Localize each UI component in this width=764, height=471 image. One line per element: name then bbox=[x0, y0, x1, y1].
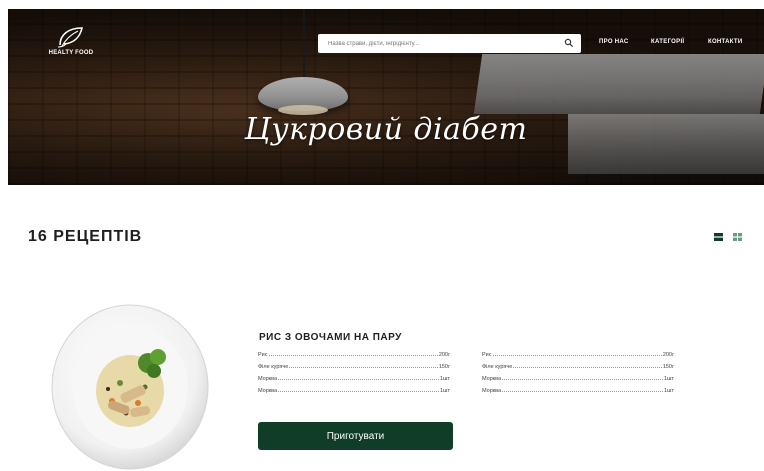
logo-text: HEALTY FOOD bbox=[48, 50, 94, 56]
ingredient-row: Філе куряче 150г bbox=[482, 358, 674, 370]
leader-dots bbox=[492, 355, 662, 356]
search-input[interactable] bbox=[318, 34, 550, 53]
ingredient-qty: 1шт bbox=[440, 388, 450, 394]
leader-dots bbox=[502, 379, 663, 380]
site-logo[interactable]: HEALTY FOOD bbox=[41, 25, 101, 65]
ingredient-row: Рис 200г bbox=[258, 346, 450, 358]
ingredient-qty: 200г bbox=[438, 352, 450, 358]
hero-banner: HEALTY FOOD ПРО НАС КАТЕГОРІЇ КОНТАКТИ Ц… bbox=[8, 9, 764, 185]
leaf-logo-icon bbox=[57, 27, 83, 48]
leader-dots bbox=[278, 391, 439, 392]
grid-view-icon[interactable] bbox=[733, 233, 742, 241]
ingredient-row: Морква 1шт bbox=[258, 370, 450, 382]
ingredient-row: Морква 1шт bbox=[258, 382, 450, 394]
ingredient-name: Рис bbox=[258, 352, 268, 358]
search-icon[interactable] bbox=[564, 38, 574, 48]
ingredient-name: Морква bbox=[258, 376, 278, 382]
search-bar[interactable] bbox=[318, 34, 581, 53]
ingredient-name: Морква bbox=[258, 388, 278, 394]
leader-dots bbox=[502, 391, 663, 392]
page-title: Цукровий діабет bbox=[244, 112, 528, 147]
recipe-image[interactable] bbox=[50, 303, 210, 471]
recipes-count: 16 РЕЦЕПТІВ bbox=[28, 228, 143, 245]
ingredient-row: Рис 200г bbox=[482, 346, 674, 358]
ingredient-qty: 150г bbox=[438, 364, 450, 370]
cook-button[interactable]: Приготувати bbox=[258, 422, 453, 450]
ingredient-name: Морква bbox=[482, 388, 502, 394]
list-view-icon[interactable] bbox=[714, 233, 723, 241]
ingredient-name: Морква bbox=[482, 376, 502, 382]
ingredient-qty: 200г bbox=[662, 352, 674, 358]
ingredient-qty: 150г bbox=[662, 364, 674, 370]
ingredient-qty: 1шт bbox=[664, 388, 674, 394]
recipe-title[interactable]: РИС З ОВОЧАМИ НА ПАРУ bbox=[259, 332, 402, 343]
nav-about[interactable]: ПРО НАС bbox=[599, 39, 629, 45]
ingredient-row: Морква 1шт bbox=[482, 370, 674, 382]
ingredients-list-left: Рис 200г Філе куряче 150г Морква 1шт Морква… bbox=[258, 346, 450, 394]
leader-dots bbox=[278, 379, 439, 380]
leader-dots bbox=[513, 367, 662, 368]
nav-contacts[interactable]: КОНТАКТИ bbox=[708, 39, 742, 45]
ingredient-qty: 1шт bbox=[664, 376, 674, 382]
ingredient-name: Філе куряче bbox=[258, 364, 289, 370]
ingredient-name: Рис bbox=[482, 352, 492, 358]
ingredient-name: Філе куряче bbox=[482, 364, 513, 370]
ingredient-row: Морква 1шт bbox=[482, 382, 674, 394]
ingredient-row: Філе куряче 150г bbox=[258, 358, 450, 370]
nav-categories[interactable]: КАТЕГОРІЇ bbox=[651, 39, 684, 45]
leader-dots bbox=[289, 367, 438, 368]
leader-dots bbox=[268, 355, 438, 356]
ingredients-list-right: Рис 200г Філе куряче 150г Морква 1шт Морква… bbox=[482, 346, 674, 394]
ingredient-qty: 1шт bbox=[440, 376, 450, 382]
